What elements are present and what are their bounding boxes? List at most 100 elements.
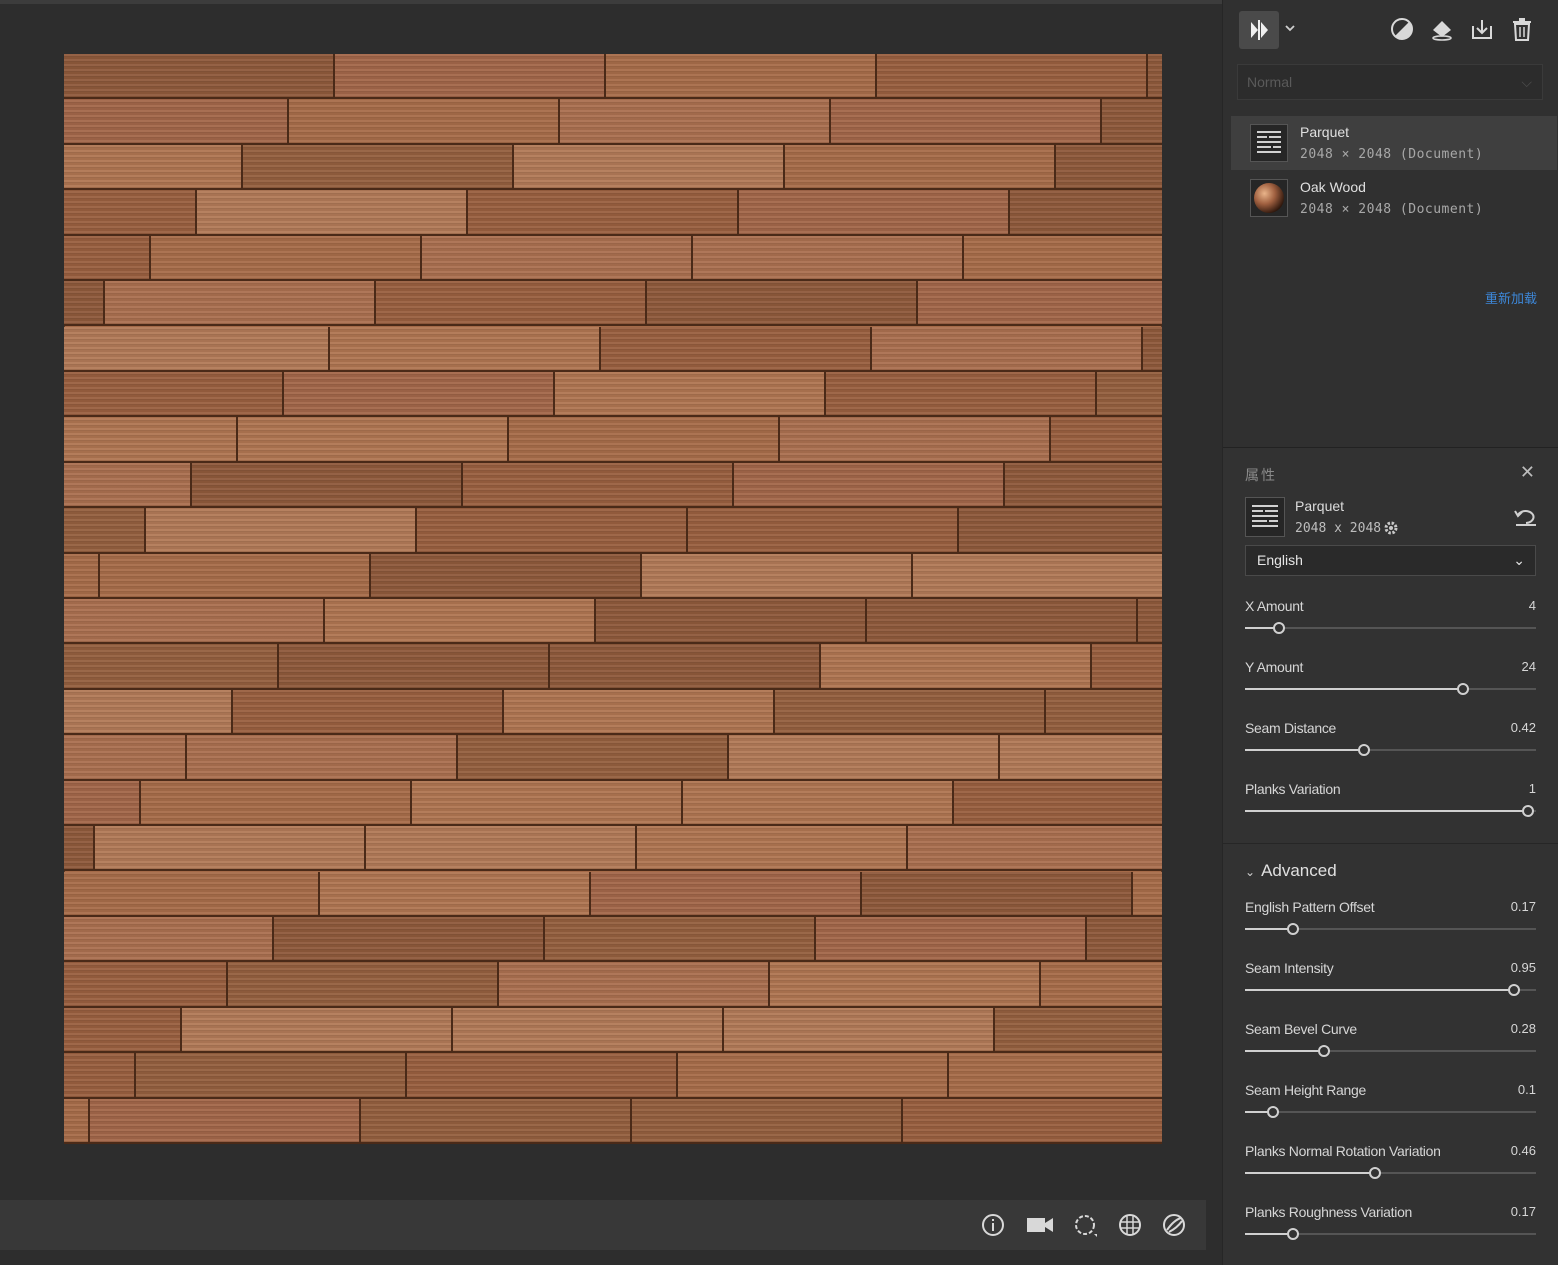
layer-item-parquet[interactable]: Parquet 2048 × 2048 (Document): [1231, 116, 1557, 170]
wood-plank: [780, 417, 1051, 463]
slider-handle[interactable]: [1272, 622, 1285, 634]
slider-value[interactable]: 0.1: [1518, 1082, 1536, 1097]
wood-plank: [371, 553, 642, 599]
slider-value[interactable]: 24: [1522, 659, 1536, 674]
slider-track[interactable]: [1245, 984, 1536, 996]
slider-seam-height-range[interactable]: Seam Height Range 0.1: [1245, 1082, 1536, 1132]
wood-plank: [64, 871, 320, 917]
slider-track[interactable]: [1245, 923, 1536, 935]
slider-track[interactable]: [1245, 805, 1536, 817]
wood-plank: [64, 644, 279, 690]
slider-handle[interactable]: [1287, 923, 1300, 935]
wood-plank: [734, 462, 1005, 509]
slider-planks-normal-rotation-variation[interactable]: Planks Normal Rotation Variation 0.46: [1245, 1143, 1536, 1193]
3d-viewport[interactable]: [0, 0, 1222, 1265]
slider-english-pattern-offset[interactable]: English Pattern Offset 0.17: [1245, 899, 1536, 949]
camera-icon[interactable]: [1025, 1212, 1055, 1238]
layer-item-oak-wood[interactable]: Oak Wood 2048 × 2048 (Document): [1231, 171, 1557, 225]
wood-plank: [407, 1053, 678, 1099]
wood-plank: [550, 644, 821, 690]
reload-link[interactable]: 重新加载: [1485, 288, 1537, 307]
slider-seam-bevel-curve[interactable]: Seam Bevel Curve 0.28: [1245, 1021, 1536, 1071]
slider-track[interactable]: [1245, 1167, 1536, 1179]
slider-value[interactable]: 0.95: [1511, 960, 1536, 975]
slider-handle[interactable]: [1267, 1106, 1280, 1118]
slider-value[interactable]: 0.17: [1511, 1204, 1536, 1219]
slider-seam-intensity[interactable]: Seam Intensity 0.95: [1245, 960, 1536, 1010]
wood-plank: [1046, 689, 1162, 736]
wood-plank: [514, 144, 785, 191]
wood-plank: [632, 1098, 903, 1144]
slider-value[interactable]: 0.42: [1511, 720, 1536, 735]
slider-value[interactable]: 1: [1529, 781, 1536, 796]
material-sphere-icon[interactable]: [1161, 1212, 1187, 1238]
wood-plank: [64, 780, 141, 827]
slider-track[interactable]: [1245, 683, 1536, 695]
mask-icon[interactable]: [1389, 16, 1415, 42]
wood-plank: [463, 462, 734, 509]
slider-handle[interactable]: [1456, 683, 1469, 695]
grid-icon[interactable]: [1117, 1212, 1143, 1238]
wood-plank: [233, 689, 504, 736]
wood-plank: [770, 962, 1041, 1008]
slider-handle[interactable]: [1287, 1228, 1300, 1240]
environment-icon[interactable]: [1072, 1212, 1098, 1238]
wood-plank: [954, 780, 1162, 827]
info-icon[interactable]: [980, 1212, 1006, 1238]
wood-plank: [872, 326, 1143, 372]
wood-plank: [417, 508, 688, 554]
export-icon[interactable]: [1469, 16, 1495, 42]
slider-track[interactable]: [1245, 622, 1536, 634]
wood-plank: [325, 599, 596, 645]
slider-y-amount[interactable]: Y Amount 24: [1245, 659, 1536, 709]
slider-track[interactable]: [1245, 1045, 1536, 1057]
wood-plank: [591, 871, 862, 917]
slider-planks-roughness-variation[interactable]: Planks Roughness Variation 0.17: [1245, 1204, 1536, 1254]
wood-plank: [136, 1053, 407, 1099]
oak-wood-thumbnail: [1250, 179, 1288, 217]
slider-handle[interactable]: [1369, 1167, 1382, 1179]
slider-track[interactable]: [1245, 1106, 1536, 1118]
wood-plank: [816, 916, 1087, 963]
slider-value[interactable]: 0.17: [1511, 899, 1536, 914]
slider-handle[interactable]: [1318, 1045, 1331, 1057]
slider-seam-distance[interactable]: Seam Distance 0.42: [1245, 720, 1536, 770]
advanced-label: Advanced: [1261, 861, 1337, 880]
slider-track[interactable]: [1245, 744, 1536, 756]
parquet-texture-preview[interactable]: [64, 54, 1162, 1144]
slider-handle[interactable]: [1507, 984, 1520, 996]
slider-handle[interactable]: [1357, 744, 1370, 756]
slider-fill: [1245, 688, 1463, 690]
slider-fill: [1245, 749, 1364, 751]
wood-plank: [151, 235, 422, 282]
wood-plank: [182, 1007, 453, 1054]
wood-plank: [376, 281, 647, 327]
slider-track[interactable]: [1245, 1228, 1536, 1240]
wood-plank: [64, 462, 192, 509]
slider-value[interactable]: 0.28: [1511, 1021, 1536, 1036]
wood-plank: [105, 281, 376, 327]
slider-x-amount[interactable]: X Amount 4: [1245, 598, 1536, 648]
wood-plank: [831, 99, 1102, 145]
wood-plank: [64, 417, 238, 463]
slider-planks-variation[interactable]: Planks Variation 1: [1245, 781, 1536, 831]
wood-plank: [279, 644, 550, 690]
wood-plank: [964, 235, 1162, 282]
pattern-select[interactable]: English ⌄: [1245, 545, 1536, 576]
chevron-down-icon[interactable]: [1283, 18, 1297, 38]
slider-value[interactable]: 4: [1529, 598, 1536, 613]
wood-plank: [913, 553, 1162, 599]
slider-handle[interactable]: [1522, 805, 1534, 817]
slider-fill: [1245, 810, 1528, 812]
wood-plank: [238, 417, 509, 463]
fill-icon[interactable]: [1429, 16, 1455, 42]
blend-mode-select[interactable]: Normal ⌵: [1237, 64, 1543, 100]
close-icon[interactable]: ✕: [1520, 462, 1535, 483]
pattern-value: English: [1257, 552, 1303, 568]
trash-icon[interactable]: [1509, 16, 1535, 42]
split-view-icon[interactable]: [1239, 11, 1279, 49]
reset-icon[interactable]: [1513, 506, 1539, 528]
slider-value[interactable]: 0.46: [1511, 1143, 1536, 1158]
gear-icon[interactable]: [1382, 519, 1400, 537]
advanced-section-header[interactable]: ⌄ Advanced: [1245, 861, 1337, 881]
